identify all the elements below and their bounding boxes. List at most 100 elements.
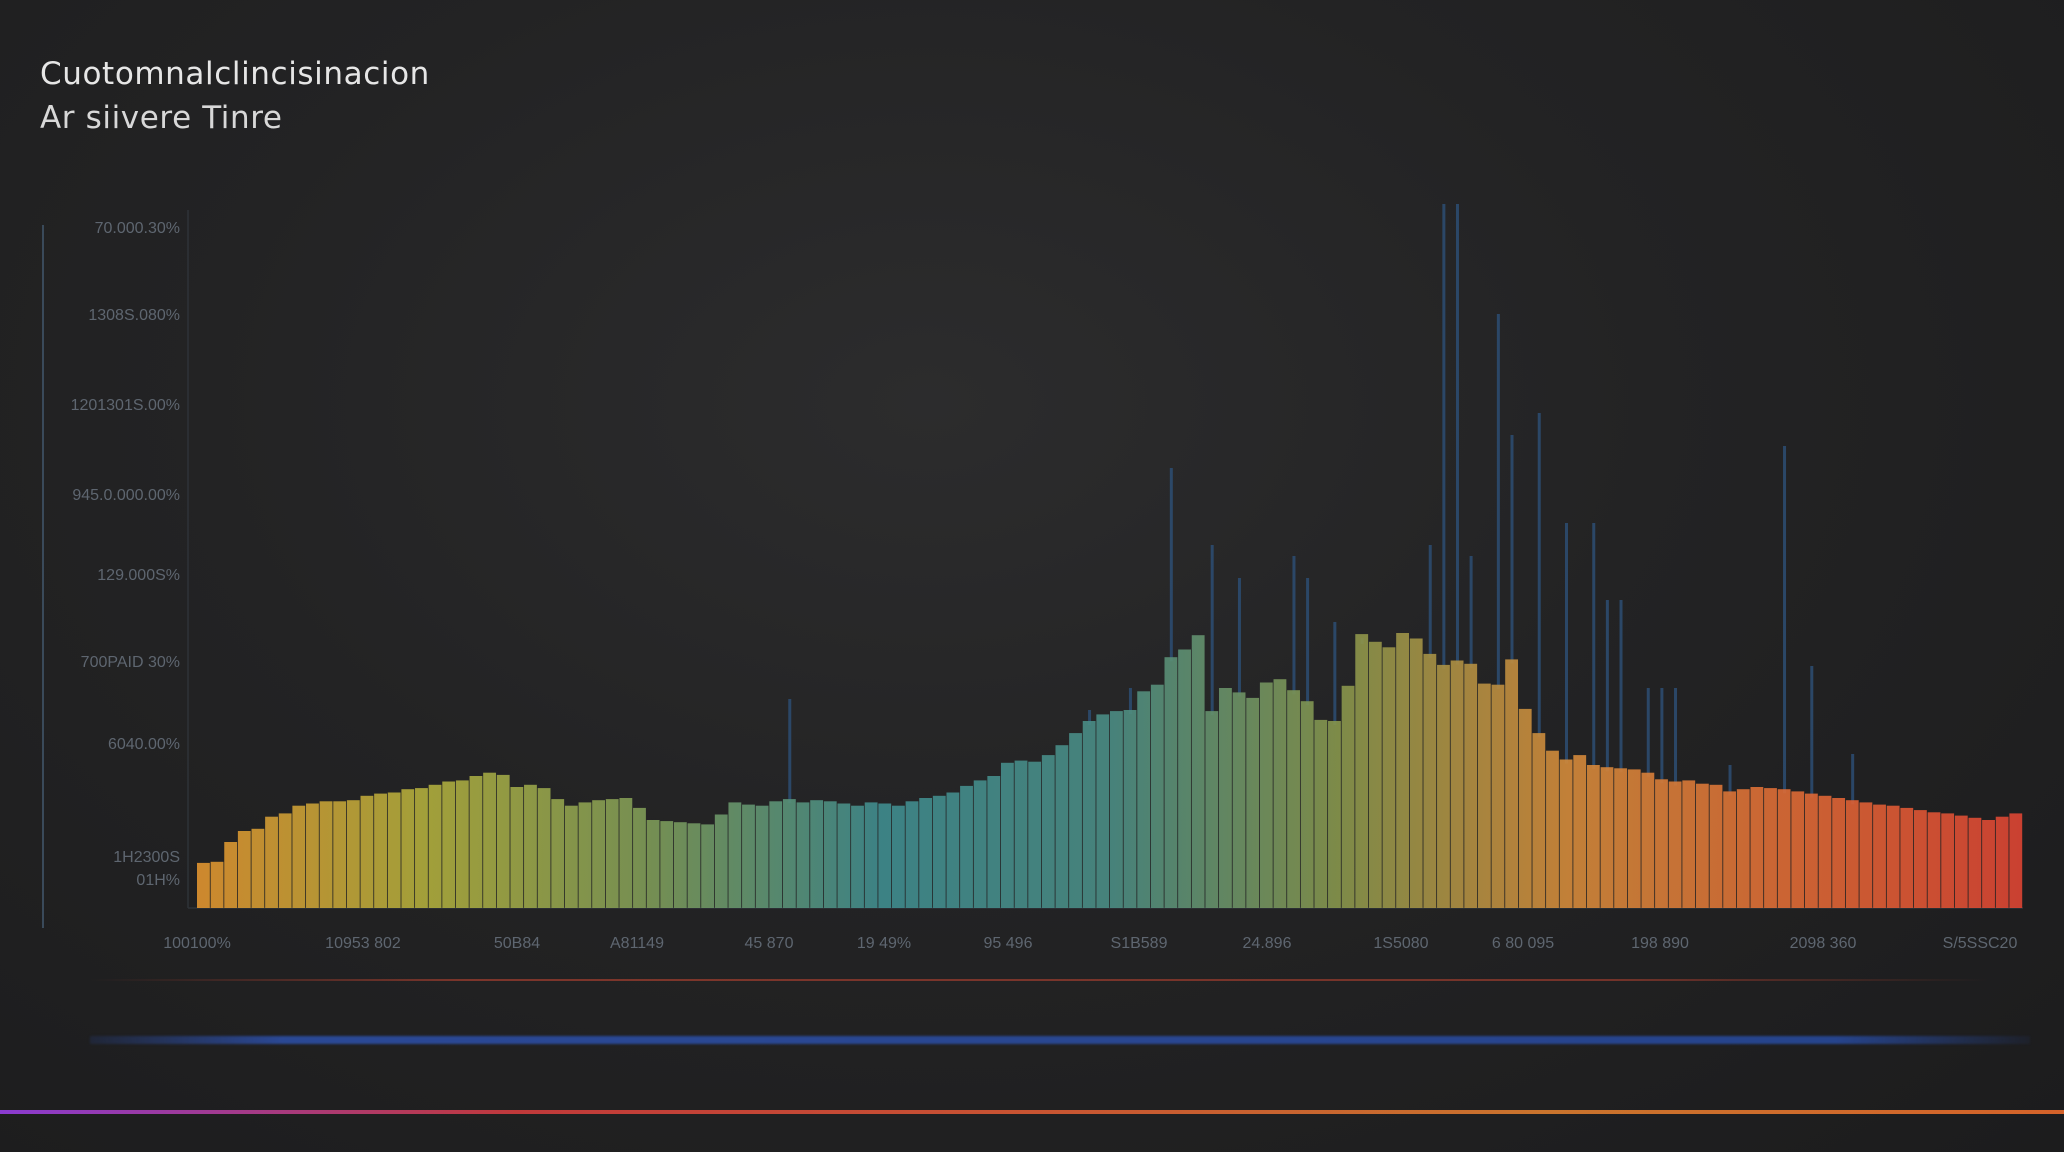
x-tick-label: 95 496: [984, 935, 1033, 952]
chart-bar: [360, 795, 374, 908]
chart-bar: [564, 805, 578, 908]
chart-bar: [960, 785, 973, 908]
chart-bar: [455, 780, 469, 908]
chart-bar: [1736, 789, 1750, 908]
chart-bar: [1682, 780, 1696, 908]
chart-bar: [1859, 802, 1873, 908]
chart-bar: [1532, 733, 1546, 908]
bars-layer: [197, 633, 2023, 908]
chart-bar: [592, 800, 606, 908]
chart-bar: [1546, 750, 1559, 908]
chart-bar: [742, 804, 755, 908]
legend-line-red: [90, 979, 1990, 981]
chart-bar: [769, 801, 783, 908]
chart-bar: [1368, 641, 1382, 908]
chart-bar: [1409, 638, 1423, 908]
chart-bar: [1110, 711, 1123, 908]
x-ticks: 100100% 10953 802 50B84 A81149 45 870 19 49% 9…: [163, 935, 2017, 952]
chart-bar: [605, 799, 619, 908]
y-ticks: 70.000.30% 1308S.080% 1201301S.00% 945.0.00…: [71, 220, 180, 889]
chart-bar: [1232, 692, 1246, 908]
chart-bar: [1723, 791, 1737, 908]
spikes-layer: [788, 204, 1855, 805]
chart-bar: [1709, 784, 1723, 908]
chart-bar: [1927, 812, 1941, 908]
x-tick-label: 198 890: [1631, 935, 1689, 952]
chart-bar: [619, 798, 633, 908]
chart-bar: [1464, 663, 1478, 908]
y-tick-label: 70.000.30%: [95, 220, 180, 237]
chart-bar: [1178, 649, 1191, 908]
chart-bar: [319, 801, 333, 908]
chart-bar: [1328, 721, 1341, 908]
chart-bar: [578, 802, 592, 908]
x-tick-label: 1S5080: [1373, 935, 1428, 952]
x-tick-label: 10953 802: [325, 935, 401, 952]
chart-bar: [442, 781, 456, 908]
x-tick-label: 2098 360: [1790, 935, 1857, 952]
chart-bar: [1518, 708, 1532, 908]
chart-bar: [1096, 714, 1110, 908]
chart-bar: [1954, 815, 1968, 908]
chart-bar: [1913, 810, 1927, 908]
chart-bar: [469, 776, 483, 908]
chart-bar: [1791, 791, 1805, 908]
y-tick-label: 01H%: [136, 872, 180, 889]
chart-bar: [1273, 679, 1287, 908]
chart-bar: [1477, 683, 1491, 908]
chart-bar: [728, 802, 742, 908]
x-tick-label: 6 80 095: [1492, 935, 1554, 952]
chart-bar: [1000, 762, 1014, 908]
x-tick-label: 100100%: [163, 935, 231, 952]
chart-bar: [1641, 772, 1655, 908]
chart-bar: [551, 799, 565, 908]
chart-bar: [1573, 755, 1587, 908]
chart-bar: [197, 862, 210, 908]
chart-bar: [251, 828, 265, 908]
chart-bar: [1804, 793, 1818, 908]
chart-bar: [1818, 795, 1832, 908]
chart-bar: [1259, 682, 1273, 908]
x-tick-label: 45 870: [745, 935, 794, 952]
chart-bar: [660, 821, 674, 908]
chart-bar: [1437, 664, 1450, 908]
chart-bar: [823, 801, 837, 908]
y-tick-label: 945.0.000.00%: [72, 487, 180, 504]
y-tick-label: 129.000S%: [97, 567, 180, 584]
chart-bar: [633, 807, 646, 908]
y-tick-label: 6040.00%: [108, 736, 180, 753]
chart-bar: [1505, 659, 1519, 908]
chart-bar: [1069, 733, 1082, 908]
chart-bar: [796, 802, 810, 908]
y-tick-label: 1H2300S: [113, 849, 180, 866]
chart-bar: [387, 792, 401, 908]
chart-bar: [537, 788, 551, 908]
chart-bar: [919, 798, 933, 908]
chart-bar: [1777, 789, 1791, 908]
chart-bar: [496, 774, 510, 908]
chart-bar: [1614, 768, 1628, 908]
chart-bar: [306, 803, 319, 908]
chart-bar: [673, 822, 687, 908]
chart-bar: [1150, 684, 1164, 908]
chart-bar: [1014, 760, 1028, 908]
x-tick-label: 50B84: [494, 935, 540, 952]
chart-bar: [1668, 781, 1682, 908]
chart-bar: [210, 861, 224, 908]
chart-bar: [224, 842, 238, 908]
chart-bar: [1845, 800, 1859, 908]
chart-bar: [782, 799, 796, 908]
chart-bar: [1341, 685, 1355, 908]
chart-bar: [292, 805, 306, 908]
chart-bar: [1695, 783, 1709, 908]
chart-bar: [851, 805, 864, 908]
x-tick-label: 24.896: [1243, 935, 1292, 952]
chart-bar: [1764, 788, 1777, 908]
chart-bar: [401, 789, 415, 908]
chart-bar: [1082, 721, 1096, 908]
chart-bar: [1886, 805, 1900, 908]
chart-bar: [1627, 769, 1641, 908]
chart-bar: [2009, 813, 2023, 908]
chart-bar: [1191, 635, 1205, 908]
chart-bar: [1750, 787, 1764, 908]
